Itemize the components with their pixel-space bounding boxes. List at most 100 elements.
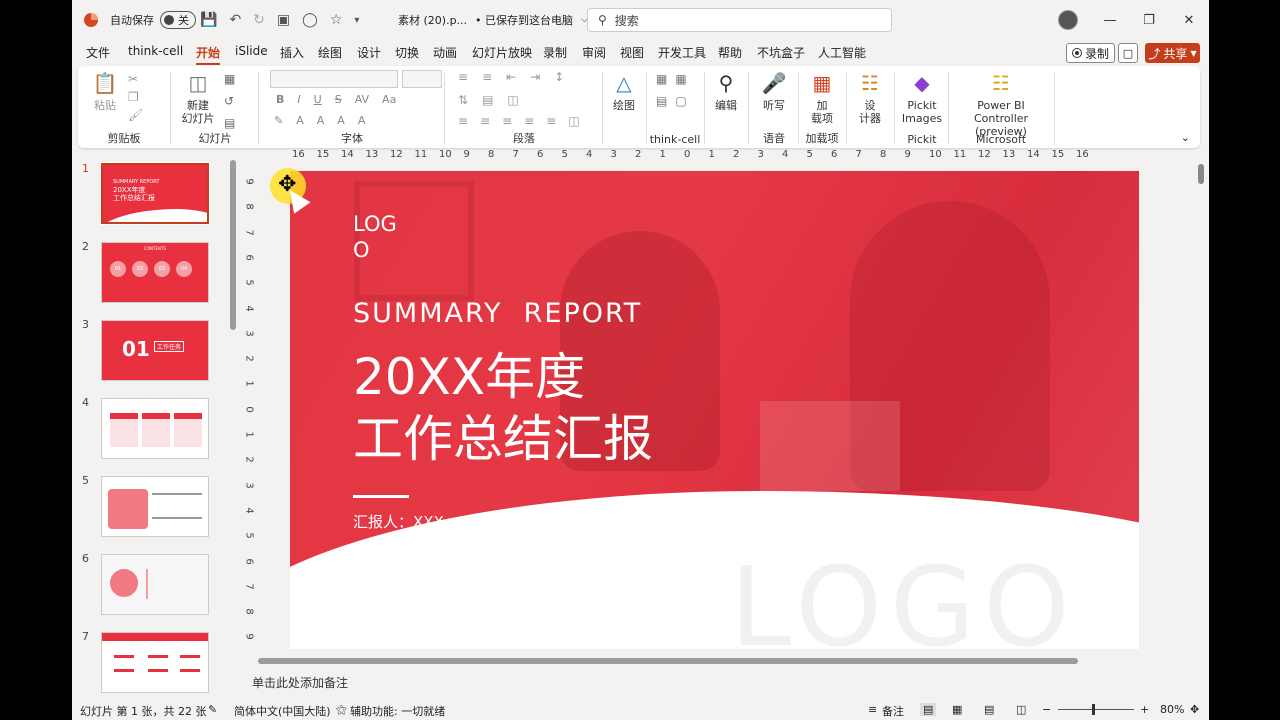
- notes-toggle-button[interactable]: 备注: [882, 703, 904, 719]
- tab-thinkcell[interactable]: think-cell: [128, 44, 183, 58]
- pickit-button[interactable]: ◆ Pickit Images: [900, 70, 944, 126]
- tab-record[interactable]: 录制: [543, 44, 567, 61]
- close-button[interactable]: ✕: [1169, 0, 1209, 40]
- tab-design[interactable]: 设计: [357, 44, 381, 61]
- record-button[interactable]: 录制: [1066, 43, 1116, 63]
- thinkcell-chart-icon[interactable]: ▦: [656, 72, 667, 86]
- numbering-icon[interactable]: ≡: [482, 70, 492, 84]
- slide-thumb-2[interactable]: CONTENTS 01 02 03 04: [101, 242, 209, 303]
- bold-icon[interactable]: B: [276, 93, 284, 106]
- char-spacing-icon[interactable]: AV: [355, 93, 369, 106]
- undo-icon[interactable]: ↶: [229, 12, 241, 28]
- normal-view-icon[interactable]: ▤: [920, 703, 937, 716]
- font-size-select[interactable]: [402, 70, 442, 88]
- justify-icon[interactable]: ≡: [524, 114, 534, 128]
- align-left-icon[interactable]: ≡: [458, 114, 468, 128]
- font-color-icon[interactable]: A: [296, 114, 304, 127]
- zoom-slider[interactable]: [1058, 704, 1134, 715]
- thinkcell-table-icon[interactable]: ▦: [675, 72, 686, 86]
- comments-button[interactable]: □: [1118, 43, 1138, 63]
- bullets-icon[interactable]: ≡: [458, 70, 468, 84]
- align-text-icon[interactable]: ▤: [482, 93, 493, 107]
- section-icon[interactable]: ▤: [224, 116, 235, 130]
- tab-islide[interactable]: iSlide: [235, 44, 268, 58]
- slideshow-icon[interactable]: ◫: [1016, 703, 1026, 716]
- change-case-icon[interactable]: Aa: [382, 93, 396, 106]
- smartart-icon[interactable]: ◫: [507, 93, 518, 107]
- slide-thumb-6[interactable]: [101, 554, 209, 615]
- tab-bukeng[interactable]: 不坑盒子: [757, 44, 805, 61]
- autosave-toggle[interactable]: 关: [160, 11, 196, 29]
- decrease-indent-icon[interactable]: ⇤: [506, 70, 516, 84]
- notes-pane[interactable]: 单击此处添加备注: [244, 670, 1199, 696]
- new-slide-button[interactable]: ◫ 新建 幻灯片: [178, 70, 218, 126]
- dictate-button[interactable]: 🎤 听写: [756, 70, 792, 113]
- slide-canvas[interactable]: LOGO LOG O SUMMARY REPORT 20XX年度 工作总结汇报 …: [290, 171, 1139, 649]
- addins-button[interactable]: ▦ 加 载项: [804, 70, 840, 126]
- present-icon[interactable]: ▣: [277, 12, 290, 28]
- fit-slide-icon[interactable]: ✥: [1190, 703, 1199, 716]
- grow-font-icon[interactable]: A: [317, 114, 325, 127]
- line-spacing-icon[interactable]: ↕: [554, 70, 564, 84]
- tab-home[interactable]: 开始: [196, 44, 221, 65]
- cut-icon[interactable]: ✂: [128, 72, 143, 86]
- edit-button[interactable]: ⚲ 编辑: [710, 70, 742, 113]
- tab-ai[interactable]: 人工智能: [818, 44, 866, 61]
- powerbi-button[interactable]: ☷ Power BI Controller (preview): [950, 70, 1052, 139]
- shrink-font-icon[interactable]: A: [337, 114, 345, 127]
- minimize-button[interactable]: —: [1090, 0, 1130, 40]
- spellcheck-icon[interactable]: ✎: [208, 703, 217, 716]
- tab-review[interactable]: 审阅: [582, 44, 606, 61]
- language-status[interactable]: 简体中文(中国大陆): [234, 703, 331, 719]
- highlight-icon[interactable]: ✎: [274, 114, 283, 127]
- editor-horizontal-scrollbar[interactable]: [254, 658, 1189, 666]
- draw-button[interactable]: △ 绘图: [608, 70, 640, 113]
- tab-developer[interactable]: 开发工具: [658, 44, 706, 61]
- distribute-icon[interactable]: ≡: [546, 114, 556, 128]
- paste-button[interactable]: 📋 粘贴: [88, 70, 122, 113]
- zoom-slider-thumb[interactable]: [1092, 704, 1095, 715]
- format-painter-icon[interactable]: 🖌: [128, 108, 143, 122]
- reset-icon[interactable]: ↺: [224, 94, 235, 108]
- align-center-icon[interactable]: ≡: [480, 114, 490, 128]
- editor-scrollbar[interactable]: [1198, 160, 1206, 650]
- strikethrough-icon[interactable]: S: [335, 93, 342, 106]
- font-family-select[interactable]: [270, 70, 398, 88]
- tab-animations[interactable]: 动画: [433, 44, 457, 61]
- ribbon-collapse-icon[interactable]: ⌄: [1181, 131, 1190, 144]
- slide-thumb-4[interactable]: [101, 398, 209, 459]
- slide-thumb-1[interactable]: SUMMARY REPORT 20XX年度 工作总结汇报: [100, 162, 210, 225]
- slide-thumb-7[interactable]: [101, 632, 209, 693]
- file-title[interactable]: 素材 (20).p... • 已保存到这台电脑 ⌵: [398, 0, 588, 40]
- shapes-icon[interactable]: ◯: [302, 12, 318, 28]
- designer-button[interactable]: ☷ 设 计器: [850, 70, 890, 126]
- increase-indent-icon[interactable]: ⇥: [530, 70, 540, 84]
- tab-file[interactable]: 文件: [86, 44, 110, 61]
- tab-view[interactable]: 视图: [620, 44, 644, 61]
- tab-help[interactable]: 帮助: [718, 44, 742, 61]
- copy-icon[interactable]: ❐: [128, 90, 143, 104]
- align-right-icon[interactable]: ≡: [502, 114, 512, 128]
- thinkcell-layout-icon[interactable]: ▤: [656, 94, 667, 108]
- text-direction-icon[interactable]: ⇅: [458, 93, 468, 107]
- tab-slideshow[interactable]: 幻灯片放映: [472, 44, 532, 61]
- customize-chevron-icon[interactable]: ▾: [354, 15, 359, 26]
- italic-icon[interactable]: I: [297, 93, 300, 106]
- layout-icon[interactable]: ▦: [224, 72, 235, 86]
- tab-transitions[interactable]: 切换: [395, 44, 419, 61]
- accessibility-status[interactable]: 辅助功能: 一切就绪: [350, 703, 445, 719]
- tab-insert[interactable]: 插入: [280, 44, 304, 61]
- tab-draw[interactable]: 绘图: [318, 44, 342, 61]
- zoom-level[interactable]: 80%: [1160, 703, 1184, 716]
- reading-view-icon[interactable]: ▤: [984, 703, 994, 716]
- slide-thumb-3[interactable]: 01 工作任务: [101, 320, 209, 381]
- slide-sorter-icon[interactable]: ▦: [952, 703, 962, 716]
- user-avatar[interactable]: [1058, 0, 1078, 40]
- redo-icon[interactable]: ↻: [253, 12, 265, 28]
- save-icon[interactable]: 💾: [200, 12, 217, 28]
- zoom-in-icon[interactable]: +: [1140, 703, 1149, 716]
- search-box[interactable]: ⚲ 搜索: [587, 8, 892, 32]
- thumbnails-scrollbar[interactable]: [230, 152, 238, 692]
- thinkcell-image-icon[interactable]: ▢: [675, 94, 686, 108]
- pin-icon[interactable]: ☆: [330, 12, 343, 28]
